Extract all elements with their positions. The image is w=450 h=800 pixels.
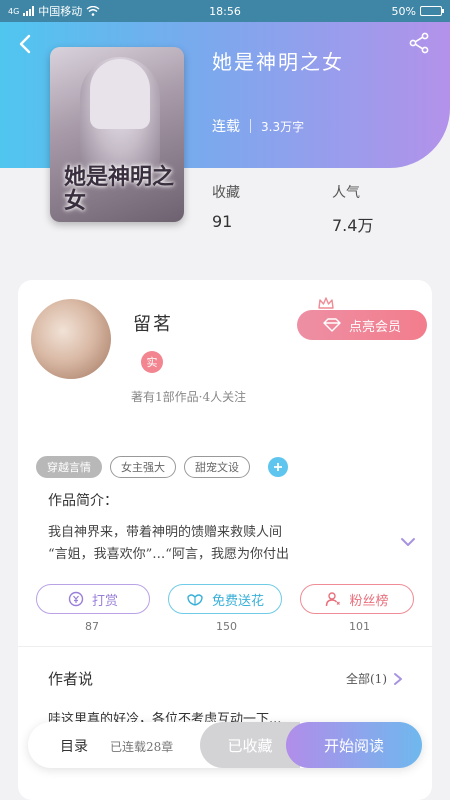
intro-text: 我自神界来，带着神明的馈赠来救赎人间 “言姐，我喜欢你”…“阿言，我愿为你付出 — [48, 522, 394, 566]
cover-title: 她是神明之女 — [64, 164, 175, 214]
all-comments-link[interactable]: 全部(1) — [346, 670, 403, 687]
vip-button[interactable]: 点亮会员 — [297, 310, 427, 340]
intro-line: “言姐，我喜欢你”…“阿言，我愿为你付出 — [48, 547, 289, 562]
fan-rank-button[interactable]: 粉丝榜 — [300, 584, 414, 614]
intro-line: 我自神界来，带着神明的馈赠来救赎人间 — [48, 525, 283, 540]
vip-label: 点亮会员 — [348, 319, 401, 335]
plus-icon — [274, 463, 282, 471]
popularity-value: 7.4万 — [332, 216, 374, 235]
reward-label: 打赏 — [91, 593, 118, 609]
tag-chip[interactable]: 穿越言情 — [36, 456, 102, 478]
favorites-value: 91 — [212, 212, 233, 231]
back-arrow-icon — [19, 34, 31, 54]
battery-percent: 50% — [391, 4, 416, 18]
share-button[interactable] — [408, 32, 432, 56]
back-button[interactable] — [14, 32, 38, 56]
collected-button[interactable]: 已收藏 — [200, 722, 300, 768]
toc-button[interactable]: 目录 — [60, 736, 88, 756]
reward-count: 87 — [85, 620, 99, 633]
favorites-label: 收藏 — [212, 185, 240, 201]
tag-chip[interactable]: 女主强大 — [110, 456, 176, 478]
carrier-label: 中国移动 — [38, 5, 83, 18]
send-flower-button[interactable]: 免费送花 — [168, 584, 282, 614]
tag-chip[interactable]: 甜宠文设 — [184, 456, 250, 478]
reward-button[interactable]: 打赏 — [36, 584, 150, 614]
share-icon — [409, 32, 429, 54]
action-row: 打赏 免费送花 粉丝榜 — [36, 584, 414, 614]
crown-icon — [318, 297, 334, 309]
verified-badge: 实 — [141, 351, 163, 373]
flower-icon — [187, 594, 203, 606]
diamond-icon — [323, 318, 341, 332]
chevron-right-icon — [394, 672, 402, 685]
send-flower-label: 免费送花 — [211, 593, 264, 609]
signal-icon — [23, 6, 35, 16]
clock: 18:56 — [209, 4, 241, 18]
intro-title: 作品简介： — [48, 493, 118, 509]
flower-count: 150 — [216, 620, 237, 633]
word-count: 3.3万字 — [261, 119, 305, 134]
popularity-label: 人气 — [332, 185, 360, 201]
status-bar: 4G 中国移动 18:56 50% — [0, 0, 450, 22]
fan-count: 101 — [349, 620, 370, 633]
start-reading-button[interactable]: 开始阅读 — [286, 722, 422, 768]
author-says-title: 作者说 — [48, 670, 94, 688]
divider — [18, 646, 432, 647]
chapter-count: 已连载28章 — [110, 740, 174, 754]
serial-status: 连载 — [212, 119, 240, 135]
author-name[interactable]: 留茗 — [133, 310, 173, 336]
tag-list: 穿越言情 女主强大 甜宠文设 — [36, 456, 288, 478]
battery-icon — [420, 6, 444, 16]
fan-rank-label: 粉丝榜 — [349, 593, 389, 609]
network-label: 4G — [8, 6, 20, 16]
book-status-line: 连载 3.3万字 — [212, 116, 304, 136]
author-avatar[interactable] — [31, 299, 111, 379]
book-cover[interactable]: 她是神明之女 — [50, 47, 184, 222]
all-comments-label: 全部(1) — [346, 672, 387, 686]
coin-icon — [68, 591, 84, 607]
author-meta: 著有1部作品·4人关注 — [131, 390, 247, 404]
add-tag-button[interactable] — [268, 457, 288, 477]
user-icon — [326, 592, 341, 607]
wifi-icon — [86, 6, 100, 16]
book-title: 她是神明之女 — [212, 50, 344, 74]
chevron-down-icon[interactable] — [400, 536, 416, 548]
